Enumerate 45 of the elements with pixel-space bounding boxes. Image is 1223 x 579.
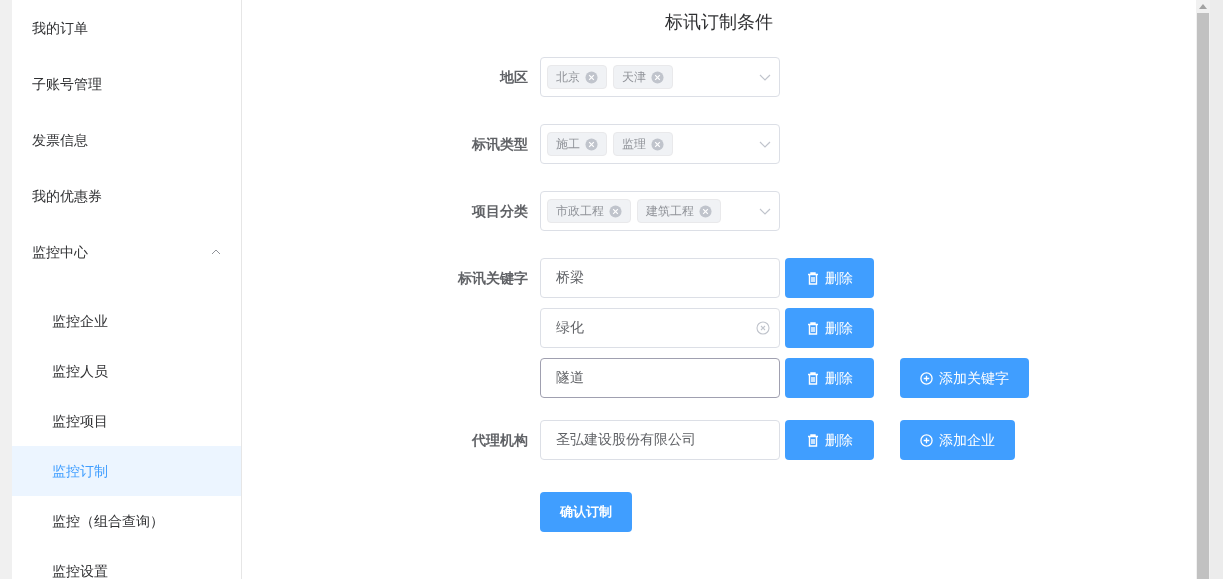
submenu-item[interactable]: 监控项目 (12, 396, 241, 446)
chevron-down-icon (759, 140, 771, 148)
field-label: 地区 (498, 68, 528, 87)
chevron-icon (211, 249, 221, 255)
trash-icon (806, 271, 819, 285)
form-title: 标讯订制条件 (664, 10, 774, 34)
plus-circle-icon (920, 433, 933, 447)
chevron-down-icon (759, 73, 771, 81)
tag: 北京 (547, 65, 607, 89)
plus-circle-icon (920, 371, 933, 385)
sidebar-item[interactable]: 监控中心 (12, 224, 241, 280)
close-icon[interactable] (651, 70, 664, 84)
close-icon[interactable] (651, 137, 664, 151)
field-label: 标讯关键字 (457, 269, 528, 288)
scrollbar-thumb[interactable] (1197, 13, 1209, 579)
close-icon[interactable] (585, 137, 598, 151)
submenu-item[interactable]: 监控企业 (12, 296, 241, 346)
scroll-up-icon[interactable] (1199, 4, 1207, 9)
sidebar-item[interactable]: 我的订单 (12, 0, 241, 56)
text-field[interactable]: 绿化 (540, 308, 780, 348)
tag: 施工 (547, 132, 607, 156)
sidebar-item[interactable]: 子账号管理 (12, 56, 241, 112)
submenu-item[interactable]: 监控设置 (12, 546, 241, 579)
trash-icon (806, 371, 819, 385)
field-label: 代理机构 (470, 431, 528, 450)
field-label: 标讯类型 (471, 135, 528, 154)
trash-icon (806, 433, 819, 447)
chevron-down-icon (759, 207, 771, 215)
sidebar-item[interactable]: 发票信息 (12, 112, 241, 168)
submenu-item[interactable]: 监控（组合查询） (12, 496, 241, 546)
clear-icon[interactable] (756, 321, 770, 335)
trash-icon (806, 321, 819, 335)
tag: 监理 (613, 132, 673, 156)
close-icon[interactable] (609, 204, 622, 218)
tag: 建筑工程 (637, 199, 721, 223)
text-field[interactable]: 隧道 (540, 358, 780, 398)
field-label: 项目分类 (470, 202, 528, 221)
tag: 天津 (613, 65, 673, 89)
close-icon[interactable] (585, 70, 598, 84)
text-field[interactable]: 圣弘建设股份有限公司 (540, 420, 780, 460)
tag: 市政工程 (547, 199, 631, 223)
sidebar-item[interactable]: 我的优惠券 (12, 168, 241, 224)
text-field[interactable]: 桥梁 (540, 258, 780, 298)
submenu-item[interactable]: 监控人员 (12, 346, 241, 396)
close-icon[interactable] (699, 204, 712, 218)
